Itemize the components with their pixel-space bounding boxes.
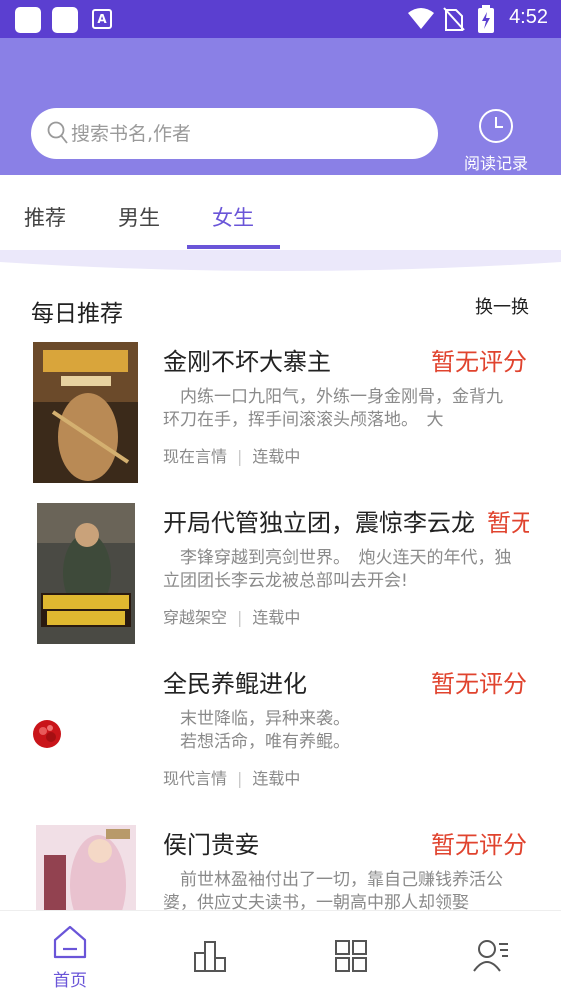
- book-genre: 穿越架空: [163, 608, 228, 627]
- book-status: 连载中: [252, 608, 301, 627]
- book-description: 李锋穿越到亮剑世界。 炮火连天的年代，独立团团长李云龙被总部叫去开会!: [163, 548, 512, 591]
- nav-profile[interactable]: [420, 911, 560, 999]
- clock-icon: [479, 109, 513, 143]
- nav-ranking[interactable]: [140, 911, 280, 999]
- meta-divider: |: [237, 769, 243, 788]
- book-title: 侯门贵妾: [163, 831, 259, 859]
- book-status: 连载中: [252, 447, 301, 466]
- category-tabs: 推荐 男生 女生: [0, 175, 561, 250]
- book-meta: 穿越架空 | 连载中: [163, 604, 300, 628]
- nav-home-label: 首页: [53, 971, 87, 991]
- book-cover[interactable]: [36, 825, 136, 910]
- book-genre: 现代言情: [163, 769, 228, 788]
- no-sim-icon: [443, 7, 465, 31]
- home-icon: [53, 925, 87, 959]
- header: 阅读记录: [0, 38, 561, 175]
- notification-square-icon: [15, 7, 41, 33]
- reading-history-button[interactable]: 阅读记录: [456, 108, 536, 173]
- notification-square-icon: [52, 7, 78, 33]
- tab-female[interactable]: 女生: [212, 202, 254, 232]
- book-cover[interactable]: [33, 342, 138, 483]
- tab-male[interactable]: 男生: [118, 202, 160, 232]
- ranking-icon: [194, 941, 226, 972]
- book-item[interactable]: 金刚不坏大寨主 暂无评分 内练一口九阳气，外练一身金刚骨，金背九环刀在手，挥手间…: [0, 342, 561, 492]
- bottom-navigation: 首页: [0, 910, 561, 999]
- book-rating: 暂无评分: [487, 509, 529, 537]
- refresh-button[interactable]: 换一换: [475, 293, 529, 319]
- book-title: 开局代管独立团，震惊李云龙: [163, 509, 475, 537]
- book-genre: 现在言情: [163, 447, 228, 466]
- book-description: 末世降临，异种来袭。 若想活命，唯有养鲲。: [179, 709, 350, 752]
- book-status: 连载中: [252, 769, 301, 788]
- book-rating: 暂无评分: [431, 831, 527, 859]
- book-cover[interactable]: [37, 503, 135, 644]
- header-curve: [0, 250, 561, 271]
- battery-charging-icon: [478, 5, 494, 33]
- tab-recommend[interactable]: 推荐: [24, 202, 66, 232]
- book-cover[interactable]: [31, 718, 63, 750]
- category-grid-icon: [335, 940, 367, 972]
- wifi-icon: [408, 8, 434, 29]
- book-item[interactable]: 侯门贵妾 暂无评分 前世林盈袖付出了一切，靠自己赚钱养活公婆，供应丈夫读书，一朝…: [0, 825, 561, 910]
- search-input[interactable]: [71, 108, 426, 159]
- profile-icon: [473, 940, 508, 972]
- book-title: 金刚不坏大寨主: [163, 348, 331, 376]
- book-item[interactable]: 全民养鲲进化 暂无评分 末世降临，异种来袭。 若想活命，唯有养鲲。 现代言情 | 连…: [0, 664, 561, 814]
- book-rating: 暂无评分: [431, 670, 527, 698]
- nav-category[interactable]: [280, 911, 420, 999]
- search-icon: [47, 121, 68, 144]
- a-icon: A: [92, 9, 112, 29]
- book-title: 全民养鲲进化: [163, 670, 307, 698]
- book-description: 内练一口九阳气，外练一身金刚骨，金背九环刀在手，挥手间滚滚头颅落地。 大: [163, 387, 503, 430]
- book-meta: 现在言情 | 连载中: [163, 443, 300, 467]
- meta-divider: |: [237, 608, 243, 627]
- status-bar: A 4:52: [0, 0, 561, 38]
- nav-home[interactable]: 首页: [0, 911, 140, 999]
- book-item[interactable]: 开局代管独立团，震惊李云龙 暂无评分 李锋穿越到亮剑世界。 炮火连天的年代，独立…: [0, 503, 561, 653]
- meta-divider: |: [237, 447, 243, 466]
- section-title: 每日推荐: [31, 301, 123, 327]
- book-rating: 暂无评分: [431, 348, 527, 376]
- book-description: 前世林盈袖付出了一切，靠自己赚钱养活公婆，供应丈夫读书，一朝高中那人却领娶: [163, 870, 503, 910]
- search-bar[interactable]: [31, 108, 438, 159]
- reading-history-label: 阅读记录: [463, 154, 528, 173]
- book-meta: 现代言情 | 连载中: [163, 765, 300, 789]
- clock-time: 4:52: [509, 6, 548, 28]
